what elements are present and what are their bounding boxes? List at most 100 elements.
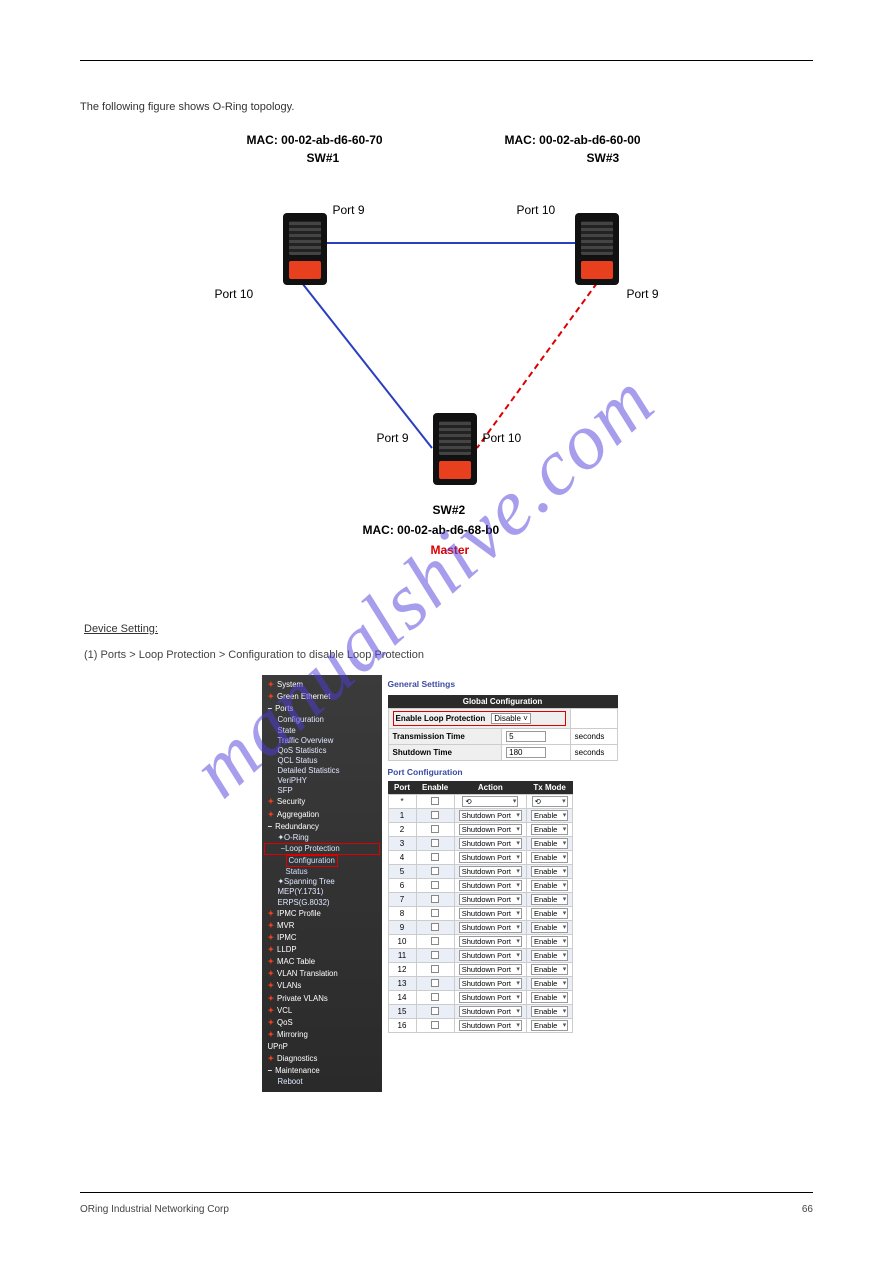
enable-checkbox[interactable] [431, 1021, 439, 1029]
txmode-select[interactable]: Enable [531, 1020, 568, 1031]
input-transmission-time[interactable]: 5 [506, 731, 546, 742]
txmode-select[interactable]: Enable [531, 866, 568, 877]
txmode-select[interactable]: Enable [531, 852, 568, 863]
action-select[interactable]: Shutdown Port [459, 838, 522, 849]
enable-checkbox[interactable] [431, 993, 439, 1001]
enable-checkbox[interactable] [431, 1007, 439, 1015]
sidebar-item-status[interactable]: Status [262, 867, 382, 877]
sidebar-item-qos[interactable]: ✦QoS [262, 1017, 382, 1029]
enable-checkbox[interactable] [431, 951, 439, 959]
action-select[interactable]: Shutdown Port [459, 978, 522, 989]
sidebar-item-qos-statistics[interactable]: QoS Statistics [262, 746, 382, 756]
txmode-select[interactable]: Enable [531, 964, 568, 975]
expand-icon[interactable]: ✦ [268, 810, 275, 819]
enable-checkbox[interactable] [431, 797, 439, 805]
expand-icon[interactable]: ✦ [268, 1054, 275, 1063]
txmode-select[interactable]: Enable [531, 838, 568, 849]
sidebar-item-aggregation[interactable]: ✦Aggregation [262, 809, 382, 821]
sidebar-item-mac-table[interactable]: ✦MAC Table [262, 956, 382, 968]
enable-checkbox[interactable] [431, 811, 439, 819]
action-select[interactable]: Shutdown Port [459, 950, 522, 961]
expand-icon[interactable]: ✦ [268, 981, 275, 990]
enable-checkbox[interactable] [431, 923, 439, 931]
sidebar-item-mep-y-1731-[interactable]: MEP(Y.1731) [262, 887, 382, 897]
collapse-icon[interactable]: − [268, 704, 273, 713]
sidebar-item-detailed-statistics[interactable]: Detailed Statistics [262, 766, 382, 776]
sidebar-item-qcl-status[interactable]: QCL Status [262, 756, 382, 766]
expand-icon[interactable]: ✦ [268, 797, 275, 806]
enable-checkbox[interactable] [431, 825, 439, 833]
sidebar-item-configuration[interactable]: Configuration [262, 855, 382, 867]
enable-checkbox[interactable] [431, 853, 439, 861]
sidebar-item-private-vlans[interactable]: ✦Private VLANs [262, 993, 382, 1005]
action-select[interactable]: Shutdown Port [459, 1006, 522, 1017]
sidebar-item-vcl[interactable]: ✦VCL [262, 1005, 382, 1017]
sidebar-item-ipmc-profile[interactable]: ✦IPMC Profile [262, 908, 382, 920]
sidebar-item-maintenance[interactable]: −Maintenance [262, 1065, 382, 1077]
expand-icon[interactable]: ✦ [268, 933, 275, 942]
enable-checkbox[interactable] [431, 881, 439, 889]
sidebar-item-reboot[interactable]: Reboot [262, 1077, 382, 1087]
sidebar-item-o-ring[interactable]: ✦O-Ring [262, 833, 382, 843]
txmode-select[interactable]: Enable [531, 880, 568, 891]
sidebar-item-redundancy[interactable]: −Redundancy [262, 821, 382, 833]
sidebar-item-ports[interactable]: −Ports [262, 703, 382, 715]
txmode-select[interactable]: ⟲ [532, 796, 568, 807]
sidebar-item-loop-protection[interactable]: −Loop Protection [264, 843, 380, 855]
txmode-select[interactable]: Enable [531, 894, 568, 905]
sidebar-item-spanning-tree[interactable]: ✦Spanning Tree [262, 877, 382, 887]
action-select[interactable]: Shutdown Port [459, 922, 522, 933]
action-select[interactable]: Shutdown Port [459, 964, 522, 975]
expand-icon[interactable]: ✦ [278, 833, 285, 842]
collapse-icon[interactable]: − [268, 1066, 273, 1075]
collapse-icon[interactable]: − [268, 822, 273, 831]
expand-icon[interactable]: ✦ [268, 969, 275, 978]
sidebar-item-sfp[interactable]: SFP [262, 786, 382, 796]
txmode-select[interactable]: Enable [531, 992, 568, 1003]
enable-checkbox[interactable] [431, 909, 439, 917]
sidebar-item-system[interactable]: ✦System [262, 679, 382, 691]
txmode-select[interactable]: Enable [531, 1006, 568, 1017]
sidebar-item-mvr[interactable]: ✦MVR [262, 920, 382, 932]
action-select[interactable]: Shutdown Port [459, 992, 522, 1003]
expand-icon[interactable]: ✦ [268, 921, 275, 930]
expand-icon[interactable]: ✦ [268, 1006, 275, 1015]
sidebar-item-vlan-translation[interactable]: ✦VLAN Translation [262, 968, 382, 980]
sidebar-item-state[interactable]: State [262, 726, 382, 736]
expand-icon[interactable]: ✦ [268, 680, 275, 689]
sidebar-item-ipmc[interactable]: ✦IPMC [262, 932, 382, 944]
sidebar-item-traffic-overview[interactable]: Traffic Overview [262, 736, 382, 746]
sidebar-item-erps-g-8032-[interactable]: ERPS(G.8032) [262, 898, 382, 908]
action-select[interactable]: ⟲ [462, 796, 518, 807]
enable-checkbox[interactable] [431, 895, 439, 903]
expand-icon[interactable]: ✦ [268, 909, 275, 918]
expand-icon[interactable]: ✦ [268, 692, 275, 701]
sidebar-item-vlans[interactable]: ✦VLANs [262, 980, 382, 992]
action-select[interactable]: Shutdown Port [459, 894, 522, 905]
action-select[interactable]: Shutdown Port [459, 1020, 522, 1031]
txmode-select[interactable]: Enable [531, 810, 568, 821]
txmode-select[interactable]: Enable [531, 824, 568, 835]
sidebar-item-lldp[interactable]: ✦LLDP [262, 944, 382, 956]
input-shutdown-time[interactable]: 180 [506, 747, 546, 758]
action-select[interactable]: Shutdown Port [459, 866, 522, 877]
action-select[interactable]: Shutdown Port [459, 908, 522, 919]
sidebar-item-security[interactable]: ✦Security [262, 796, 382, 808]
sidebar-item-configuration[interactable]: Configuration [262, 715, 382, 725]
txmode-select[interactable]: Enable [531, 978, 568, 989]
expand-icon[interactable]: ✦ [278, 877, 285, 886]
enable-checkbox[interactable] [431, 867, 439, 875]
sidebar-item-upnp[interactable]: UPnP [262, 1041, 382, 1053]
enable-checkbox[interactable] [431, 839, 439, 847]
txmode-select[interactable]: Enable [531, 922, 568, 933]
action-select[interactable]: Shutdown Port [459, 936, 522, 947]
sidebar-item-veriphy[interactable]: VeriPHY [262, 776, 382, 786]
txmode-select[interactable]: Enable [531, 950, 568, 961]
expand-icon[interactable]: ✦ [268, 1030, 275, 1039]
action-select[interactable]: Shutdown Port [459, 880, 522, 891]
enable-checkbox[interactable] [431, 965, 439, 973]
txmode-select[interactable]: Enable [531, 936, 568, 947]
expand-icon[interactable]: ✦ [268, 1018, 275, 1027]
enable-checkbox[interactable] [431, 937, 439, 945]
expand-icon[interactable]: ✦ [268, 957, 275, 966]
